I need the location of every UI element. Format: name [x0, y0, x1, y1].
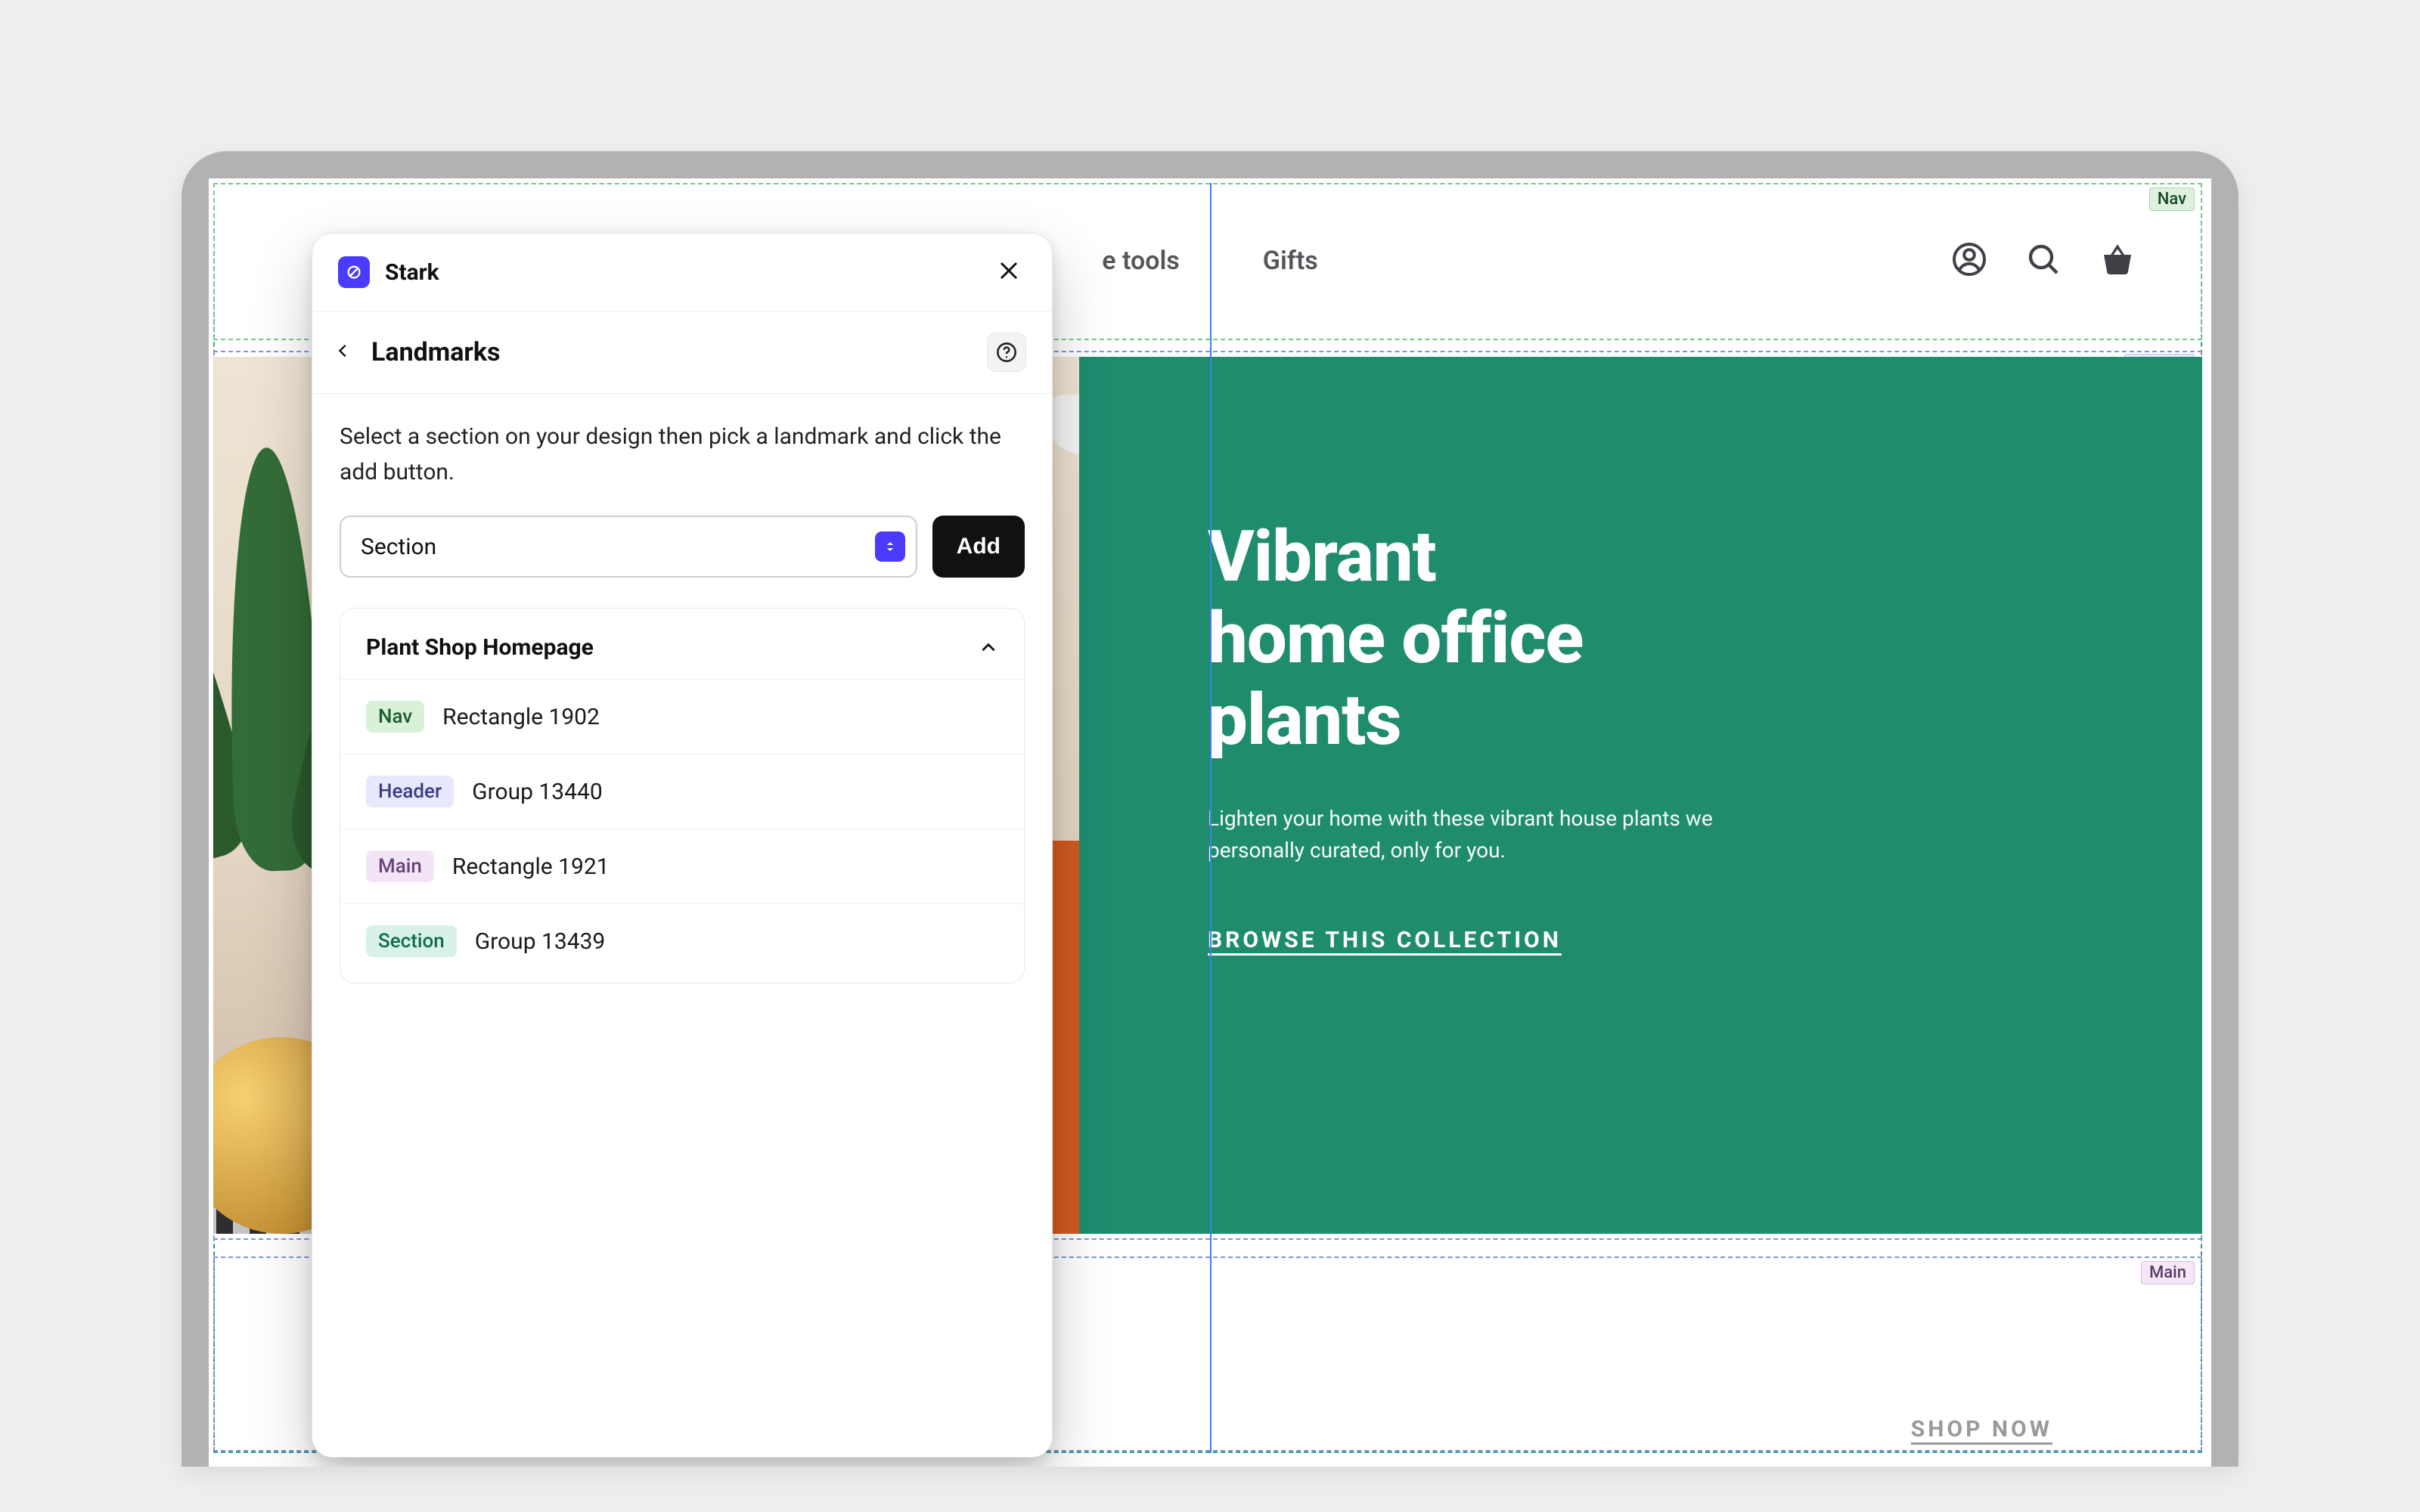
panel-title: Landmarks — [371, 337, 501, 367]
design-viewport: Plant Shop Homepage Nav e tools Gifts — [209, 178, 2211, 1467]
chevron-up-icon — [979, 638, 998, 658]
landmark-tag: Nav — [366, 701, 424, 733]
stepper-icon — [875, 531, 905, 562]
hero-copy: Vibrant home office plants Lighten your … — [1079, 357, 2202, 1234]
hero-subtitle: Lighten your home with these vibrant hou… — [1208, 803, 1752, 866]
nav-link[interactable]: Gifts — [1263, 246, 1318, 276]
landmarks-group-title: Plant Shop Homepage — [366, 634, 594, 661]
account-icon[interactable] — [1951, 241, 1987, 280]
panel-brand: Stark — [385, 259, 439, 286]
landmark-layer-name: Group 13440 — [472, 779, 603, 805]
back-button[interactable] — [330, 334, 356, 370]
landmark-tag: Section — [366, 925, 457, 957]
panel-hint: Select a section on your design then pic… — [340, 420, 1025, 490]
landmark-item[interactable]: Main Rectangle 1921 — [340, 829, 1024, 903]
landmark-layer-name: Rectangle 1921 — [452, 854, 610, 880]
landmark-layer-name: Rectangle 1902 — [442, 704, 600, 730]
shop-now-link[interactable]: SHOP NOW — [1911, 1416, 2052, 1442]
stark-panel: Stark Landmarks Select a section on your… — [312, 233, 1053, 1458]
basket-icon[interactable] — [2099, 241, 2136, 280]
landmark-select-value: Section — [361, 534, 436, 560]
device-frame: Plant Shop Homepage Nav e tools Gifts — [182, 151, 2238, 1467]
help-button[interactable] — [987, 333, 1026, 372]
search-icon[interactable] — [2025, 241, 2062, 280]
landmark-select[interactable]: Section — [340, 516, 917, 578]
landmark-item[interactable]: Nav Rectangle 1902 — [340, 679, 1024, 754]
landmark-item[interactable]: Section Group 13439 — [340, 903, 1024, 978]
landmark-tag: Main — [366, 850, 434, 882]
region-tag-main: Main — [2141, 1261, 2195, 1284]
landmark-item[interactable]: Header Group 13440 — [340, 754, 1024, 829]
add-button[interactable]: Add — [932, 516, 1025, 578]
landmarks-card: Plant Shop Homepage Nav Rectangle 1902 Hea… — [340, 608, 1025, 984]
landmark-layer-name: Group 13439 — [475, 928, 606, 955]
hero-title: Vibrant home office plants — [1208, 516, 2074, 761]
close-button[interactable] — [991, 253, 1026, 291]
hero-cta-link[interactable]: BROWSE THIS COLLECTION — [1208, 927, 1562, 953]
stark-logo-icon — [338, 256, 370, 288]
landmarks-card-header[interactable]: Plant Shop Homepage — [340, 619, 1024, 679]
nav-link[interactable]: e tools — [1102, 246, 1180, 276]
landmark-tag: Header — [366, 776, 454, 807]
